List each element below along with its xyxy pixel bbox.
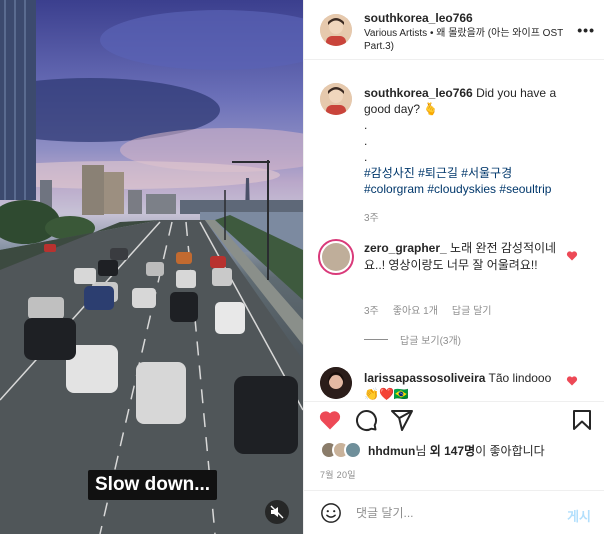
more-options-icon[interactable]: •••: [577, 22, 595, 38]
comment-reply-button[interactable]: 답글 달기: [452, 302, 492, 317]
audio-track-link[interactable]: Various Artists • 왜 몰랐을까 (아는 와이프 OST Par…: [364, 27, 589, 53]
comment-item: larissapassosoliveira Tão lindooo 👏❤️🇧🇷: [364, 370, 564, 401]
post-comment-button[interactable]: 게시: [567, 506, 591, 525]
comment-item: zero_grapher_ 노래 완전 감성적이네요..! 영상이랑도 너무 잘…: [364, 240, 564, 274]
caption-author-avatar[interactable]: [320, 83, 352, 115]
post-details-panel: southkorea_leo766 Various Artists • 왜 몰랐…: [303, 0, 604, 534]
caption-username[interactable]: southkorea_leo766: [364, 86, 473, 100]
comment-username[interactable]: zero_grapher_: [364, 241, 447, 255]
likes-suffix: 님: [415, 443, 430, 458]
view-replies-label: 답글 보기(3개): [400, 336, 461, 347]
highway-scene: [0, 0, 303, 534]
comment-like-heart-icon[interactable]: [566, 375, 578, 387]
comment-like-heart-icon[interactable]: [566, 250, 578, 262]
comment-meta: 3주 좋아요 1개 답글 달기: [364, 302, 492, 317]
likes-count[interactable]: 외 147명: [430, 444, 475, 458]
caption-dots: . . .: [364, 118, 368, 164]
save-bookmark-icon[interactable]: [570, 408, 594, 432]
likes-text: hhdmun님 외 147명이 좋아합니다: [368, 442, 545, 459]
post-media[interactable]: Slow down...: [0, 0, 303, 534]
author-username[interactable]: southkorea_leo766: [364, 11, 473, 25]
like-heart-icon[interactable]: [318, 408, 342, 432]
video-overlay-caption: Slow down...: [88, 470, 218, 500]
comment-username[interactable]: larissapassosoliveira: [364, 371, 485, 385]
comments-scroll-area[interactable]: southkorea_leo766 Did you have a good da…: [304, 61, 604, 401]
liker-avatar: [344, 441, 362, 459]
comment-bubble-icon[interactable]: [354, 408, 378, 432]
mute-button[interactable]: [265, 500, 289, 524]
emoji-smile-icon[interactable]: [320, 502, 342, 524]
author-avatar[interactable]: [320, 14, 352, 46]
liker-username[interactable]: hhdmun: [368, 444, 415, 458]
add-comment-bar: 게시: [304, 490, 604, 534]
likes-suffix-2: 이 좋아합니다: [475, 443, 545, 458]
caption-hashtags-line1[interactable]: #감성사진 #퇴근길 #서울구경: [364, 165, 584, 181]
post-date[interactable]: 7월 20일: [320, 468, 356, 481]
caption-timestamp: 3주: [364, 213, 379, 224]
post-action-bar: [304, 401, 604, 437]
post-header: southkorea_leo766 Various Artists • 왜 몰랐…: [304, 0, 604, 60]
muted-speaker-icon: [270, 505, 284, 519]
comment-time: 3주: [364, 306, 379, 317]
commenter-avatar[interactable]: [320, 367, 352, 399]
comment-input[interactable]: [356, 503, 546, 523]
caption-hashtags-line2[interactable]: #colorgram #cloudyskies #seoultrip: [364, 181, 584, 197]
view-replies-button[interactable]: 답글 보기(3개): [364, 332, 461, 347]
share-paper-plane-icon[interactable]: [390, 408, 414, 432]
post-caption: southkorea_leo766 Did you have a good da…: [364, 85, 584, 197]
commenter-avatar[interactable]: [318, 239, 354, 275]
comment-like-count[interactable]: 좋아요 1개: [393, 302, 438, 317]
likes-summary[interactable]: hhdmun님 외 147명이 좋아합니다: [320, 439, 545, 461]
